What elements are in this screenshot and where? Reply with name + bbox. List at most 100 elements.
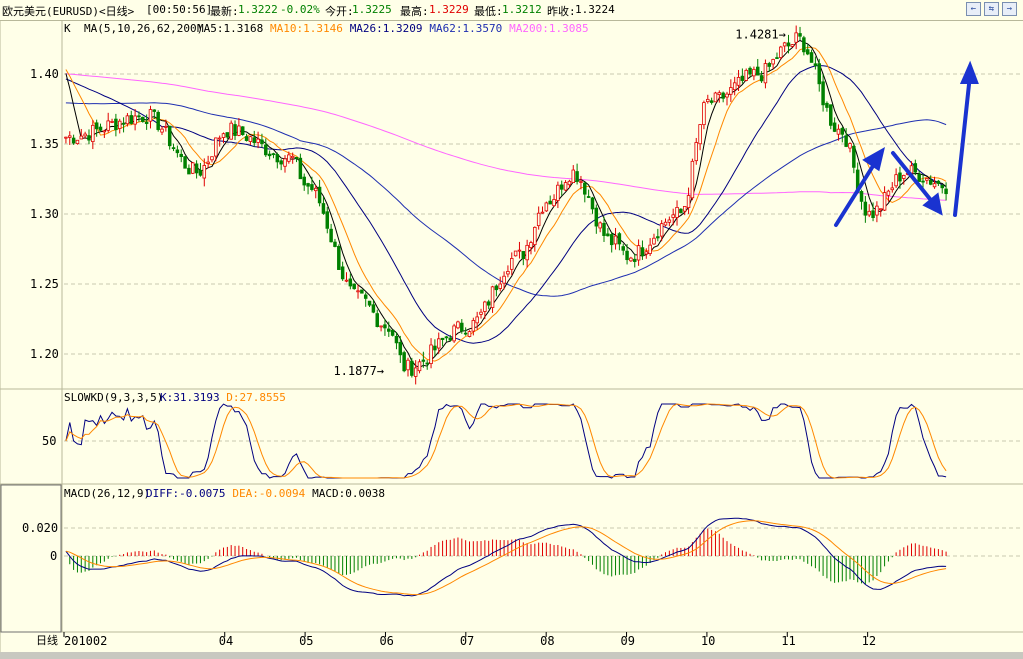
change-percent: -0.02%	[280, 3, 320, 16]
candle-body	[782, 42, 787, 47]
candle-body	[502, 275, 506, 284]
candle-body	[533, 226, 537, 246]
candle-body	[225, 132, 230, 138]
kd-y-tick: 50	[42, 434, 56, 448]
candle-body	[552, 199, 556, 207]
candle-body	[894, 174, 898, 187]
candle-body	[444, 336, 449, 339]
candle-body	[771, 59, 775, 65]
candle-body	[559, 184, 564, 190]
candle-body	[248, 136, 253, 142]
candle-body	[752, 68, 756, 77]
candle-body	[448, 337, 453, 341]
candle-body	[433, 345, 437, 351]
scroll-left-button[interactable]: ←	[966, 2, 981, 16]
candle-body	[463, 332, 468, 335]
candle-body	[832, 122, 837, 132]
candle-body	[486, 301, 491, 306]
prev-close-label: 昨收:	[547, 5, 576, 18]
candle-body	[498, 283, 502, 289]
candle-body	[483, 301, 487, 312]
candle-body	[875, 205, 879, 216]
candle-body	[417, 361, 422, 372]
candle-body	[556, 184, 560, 201]
chart-area[interactable]: 1.20 1.25 1.30 1.35 1.40 1.4281→ 1.1877→ K MA…	[0, 20, 1023, 652]
candle-body	[479, 311, 483, 315]
x-tick-label: 05	[299, 634, 313, 648]
candle-body	[525, 244, 529, 261]
x-tick-label: 11	[781, 634, 795, 648]
candle-body	[698, 124, 702, 145]
extreme-price-label: 1.4281→	[735, 28, 786, 42]
candle-body	[106, 120, 110, 131]
candle-body	[214, 137, 218, 157]
candle-body	[360, 289, 364, 294]
candle-body	[633, 258, 637, 262]
candle-body	[271, 153, 276, 156]
candle-body	[413, 367, 418, 377]
k-label: K	[64, 22, 71, 35]
candle-body	[671, 214, 675, 218]
candle-body	[275, 154, 280, 163]
candle-body	[148, 109, 153, 122]
candle-body	[563, 182, 568, 191]
candle-body	[244, 136, 249, 141]
macd-diff-line	[65, 517, 947, 597]
candle-body	[848, 143, 852, 149]
trend-arrows	[834, 60, 979, 227]
low-label: 最低:	[474, 5, 503, 18]
candle-body	[798, 33, 802, 37]
candle-body	[294, 156, 299, 159]
candle-body	[682, 206, 687, 212]
legend-item: K:31.3193	[160, 391, 220, 404]
candle-body	[617, 233, 622, 245]
candle-body	[456, 321, 460, 329]
candle-body	[794, 32, 798, 43]
candle-body	[302, 176, 306, 186]
legend-item: MACD:0.0038	[312, 487, 385, 500]
instrument-title: 欧元美元(EURUSD)<日线>	[2, 5, 135, 18]
candle-body	[390, 329, 395, 336]
candle-body	[436, 338, 441, 349]
candle-body	[425, 362, 429, 365]
candle-body	[68, 135, 72, 138]
candle-body	[260, 139, 264, 144]
legend-item: MA26:1.3209	[350, 22, 423, 35]
candle-body	[829, 104, 833, 126]
macd-dea-line	[65, 520, 947, 596]
legend-item: D:27.8555	[226, 391, 286, 404]
candle-body	[759, 75, 764, 82]
candle-body	[606, 233, 610, 237]
candle-body	[840, 128, 845, 135]
candle-body	[779, 46, 783, 58]
candle-body	[809, 52, 814, 63]
candle-body	[233, 124, 237, 136]
y-tick-label: 1.20	[30, 347, 59, 361]
candle-body	[252, 137, 256, 143]
y-tick-label: 1.40	[30, 67, 59, 81]
candle-body	[467, 331, 472, 337]
candle-body	[517, 249, 522, 252]
candle-body	[775, 57, 779, 59]
candle-body	[767, 63, 772, 67]
candle-body	[586, 196, 591, 198]
candle-body	[613, 235, 618, 245]
candle-body	[932, 183, 937, 188]
candle-body	[287, 154, 291, 162]
candle-body	[863, 201, 868, 216]
candle-body	[114, 118, 118, 131]
scroll-right-button[interactable]: →	[1002, 2, 1017, 16]
candle-body	[579, 181, 583, 183]
restore-layout-button[interactable]: ⇆	[984, 2, 999, 16]
candle-body	[202, 165, 207, 179]
open-value: 1.3225	[352, 3, 392, 16]
candle-body	[240, 126, 245, 135]
candle-body	[567, 180, 572, 186]
candle-body	[659, 223, 664, 237]
candle-body	[314, 187, 318, 192]
candle-body	[383, 324, 387, 329]
candle-body	[133, 115, 137, 125]
macd-y-tick: 0.020	[22, 521, 58, 535]
candle-body	[152, 109, 157, 112]
candle-body	[179, 153, 183, 157]
